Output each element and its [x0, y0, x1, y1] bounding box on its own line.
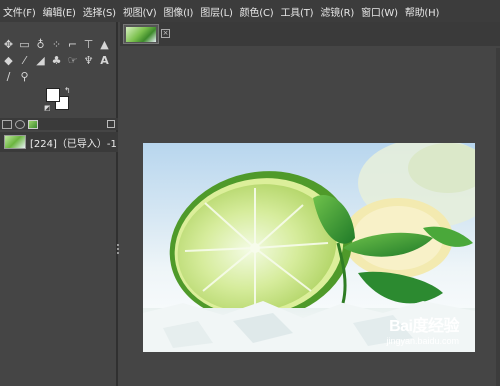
tool-row-3: ∕ ⚲	[2, 70, 34, 83]
dock-tab-bar	[0, 118, 118, 130]
smudge-icon[interactable]: ☞	[66, 54, 79, 67]
tool-options-tab-icon[interactable]	[2, 119, 12, 129]
image-list-label: [224]（已导入）-1	[30, 138, 117, 150]
images-tab-icon[interactable]	[28, 119, 38, 129]
menu-filters[interactable]: 滤镜(R)	[320, 4, 354, 19]
menu-select[interactable]: 选择(S)	[83, 4, 116, 19]
menu-bar: 文件(F) 编辑(E) 选择(S) 视图(V) 图像(I) 图层(L) 颜色(C…	[0, 0, 500, 22]
crop-icon[interactable]: ⌐	[66, 38, 79, 51]
menu-file[interactable]: 文件(F)	[3, 4, 36, 19]
dock-menu-icon[interactable]	[107, 120, 115, 128]
swap-colors-icon[interactable]: ↰	[64, 86, 71, 95]
lasso-icon[interactable]: ♁	[34, 38, 47, 51]
fuzzy-select-icon[interactable]: ⁘	[50, 38, 63, 51]
watermark-logo: Bai度经验	[389, 318, 459, 335]
rect-select-icon[interactable]: ▭	[18, 38, 31, 51]
reset-colors-icon[interactable]: ◩	[44, 104, 51, 112]
toolbox: ✥ ▭ ♁ ⁘ ⌐ ⊤ ▲ ◆ ⁄ ◢ ♣ ☞ ♆ A ∕ ⚲ ↰ ◩ [224…	[0, 22, 118, 386]
image-tab[interactable]	[123, 24, 159, 44]
foreground-color-swatch[interactable]	[46, 88, 60, 102]
fg-bg-color-selector: ↰ ◩	[44, 86, 76, 116]
image-thumbnail	[4, 135, 26, 149]
warp-icon[interactable]: ▲	[98, 38, 111, 51]
baidu-watermark: Bai度经验 jingyan.baidu.com	[386, 312, 459, 346]
text-icon[interactable]: A	[98, 54, 111, 67]
tool-row-1: ✥ ▭ ♁ ⁘ ⌐ ⊤ ▲	[2, 38, 114, 51]
zoom-icon[interactable]: ⚲	[18, 70, 31, 83]
path-icon[interactable]: ♆	[82, 54, 95, 67]
bucket-fill-icon[interactable]: ◆	[2, 54, 15, 67]
menu-edit[interactable]: 编辑(E)	[43, 4, 76, 19]
watermark-url: jingyan.baidu.com	[386, 336, 459, 346]
image-tab-thumbnail	[126, 26, 156, 42]
clone-icon[interactable]: ♣	[50, 54, 63, 67]
menu-colors[interactable]: 颜色(C)	[240, 4, 274, 19]
panel-resize-grip[interactable]	[117, 244, 120, 254]
tool-row-2: ◆ ⁄ ◢ ♣ ☞ ♆ A	[2, 54, 114, 67]
close-tab-icon[interactable]: ×	[161, 29, 170, 38]
image-list-item[interactable]: [224]（已导入）-1	[0, 132, 118, 152]
menu-tools[interactable]: 工具(T)	[280, 4, 313, 19]
canvas-image[interactable]: Bai度经验 jingyan.baidu.com	[143, 143, 475, 352]
menu-help[interactable]: 帮助(H)	[405, 4, 440, 19]
move-icon[interactable]: ✥	[2, 38, 15, 51]
eraser-icon[interactable]: ◢	[34, 54, 47, 67]
image-tab-strip: ×	[120, 22, 500, 46]
menu-view[interactable]: 视图(V)	[123, 4, 157, 19]
canvas-edge	[496, 48, 500, 386]
device-status-tab-icon[interactable]	[15, 119, 25, 129]
color-picker-icon[interactable]: ∕	[2, 70, 15, 83]
transform-icon[interactable]: ⊤	[82, 38, 95, 51]
menu-windows[interactable]: 窗口(W)	[361, 4, 398, 19]
menu-layer[interactable]: 图层(L)	[200, 4, 233, 19]
menu-image[interactable]: 图像(I)	[164, 4, 194, 19]
paintbrush-icon[interactable]: ⁄	[18, 54, 31, 67]
